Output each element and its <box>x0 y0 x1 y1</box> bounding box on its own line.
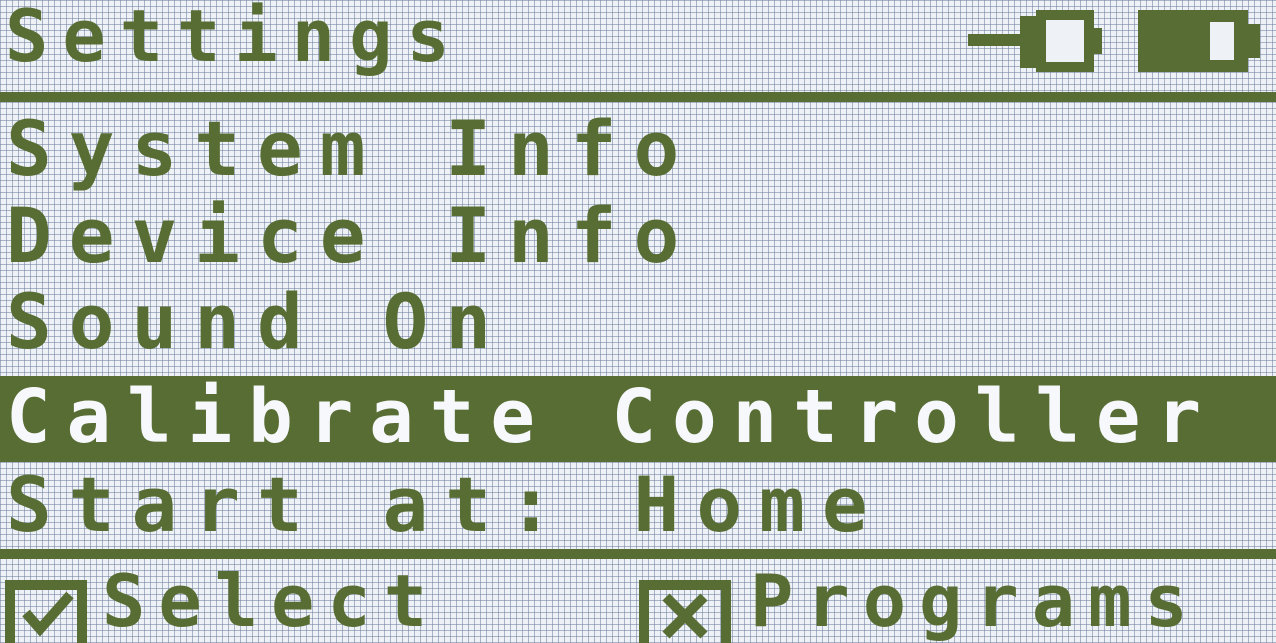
menu-item-start-at[interactable]: Start at: Home <box>0 464 1276 550</box>
battery-icon <box>1138 10 1260 72</box>
x-icon <box>639 580 731 643</box>
plug-connector-icon <box>968 10 1102 72</box>
menu-item-sound-toggle[interactable]: Sound On <box>0 281 1276 367</box>
select-button[interactable]: Select <box>0 565 560 643</box>
menu-item-label: Sound On <box>6 281 509 366</box>
settings-screen: Settings System Info Device Info Sound O… <box>0 0 1276 643</box>
select-button-label: Select <box>102 559 441 643</box>
programs-button[interactable]: Programs <box>630 565 1250 643</box>
checkmark-icon <box>5 580 87 643</box>
menu-item-label: Calibrate Controller <box>6 376 1218 460</box>
header-divider <box>0 92 1276 102</box>
programs-button-label: Programs <box>750 559 1201 643</box>
menu-item-label: Device Info <box>6 195 697 280</box>
menu-item-label: Start at: Home <box>6 464 885 549</box>
page-title: Settings <box>5 0 464 78</box>
menu-item-label: System Info <box>6 108 697 193</box>
menu-item-calibrate-controller[interactable]: Calibrate Controller <box>0 376 1276 462</box>
menu-item-device-info[interactable]: Device Info <box>0 195 1276 281</box>
footer-divider <box>0 549 1276 559</box>
menu-item-system-info[interactable]: System Info <box>0 108 1276 194</box>
